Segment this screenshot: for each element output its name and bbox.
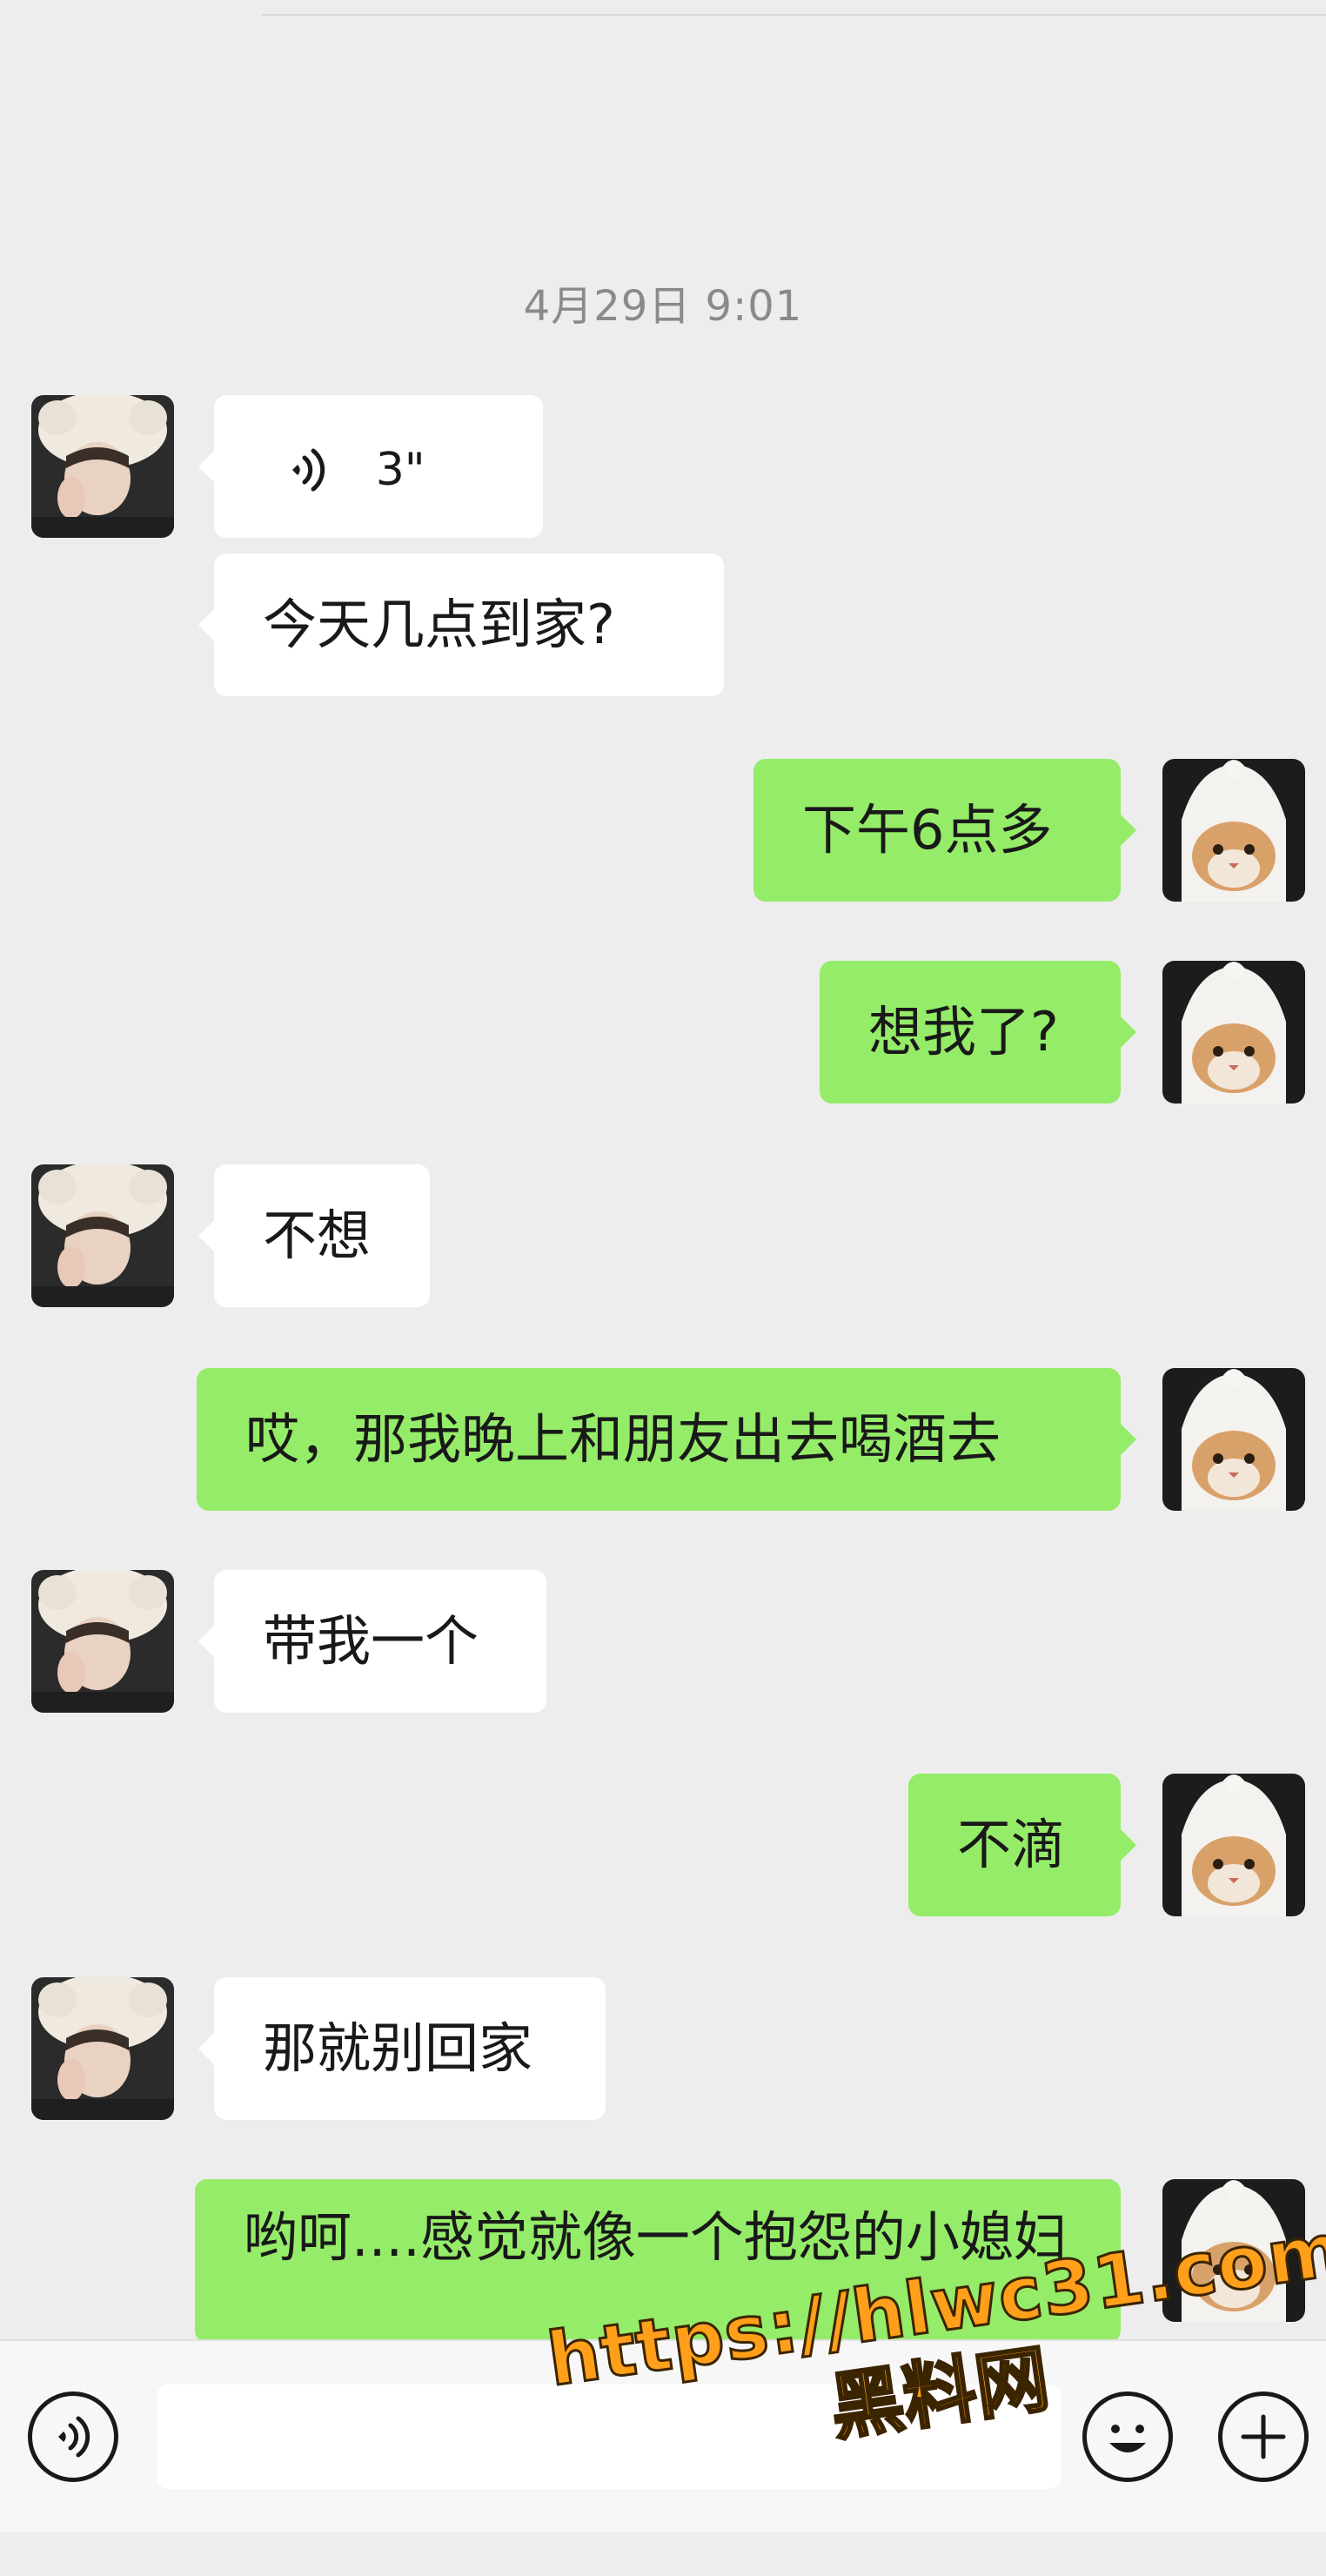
message-timestamp: 4月29日 9:01 [523, 282, 803, 331]
contact-avatar[interactable] [31, 1164, 174, 1307]
incoming-message[interactable]: 今天几点到家? [198, 553, 724, 696]
contact-avatar[interactable] [31, 1570, 174, 1713]
voice-wave-icon [292, 448, 325, 492]
incoming-message[interactable]: 不想 [198, 1164, 430, 1307]
voice-message-bubble[interactable]: 3" [198, 395, 543, 538]
message-input[interactable] [157, 2385, 1061, 2489]
voice-duration: 3" [375, 443, 425, 496]
plus-icon[interactable] [1218, 2392, 1309, 2482]
top-divider [261, 14, 1326, 16]
outgoing-message[interactable]: 哎，那我晚上和朋友出去喝酒去 [197, 1368, 1136, 1511]
chat-input-bar [0, 2339, 1326, 2532]
outgoing-message[interactable]: 哟呵....感觉就像一个抱怨的小媳妇 [195, 2179, 1121, 2343]
my-avatar[interactable] [1162, 2179, 1305, 2322]
my-avatar[interactable] [1162, 759, 1305, 902]
voice-mode-icon[interactable] [28, 2392, 118, 2482]
incoming-message[interactable]: 带我一个 [198, 1570, 546, 1713]
contact-avatar[interactable] [31, 395, 174, 538]
my-avatar[interactable] [1162, 1774, 1305, 1916]
incoming-message[interactable]: 那就别回家 [198, 1977, 606, 2120]
my-avatar[interactable] [1162, 1368, 1305, 1511]
emoji-icon[interactable] [1082, 2392, 1173, 2482]
contact-avatar[interactable] [31, 1977, 174, 2120]
my-avatar[interactable] [1162, 961, 1305, 1104]
outgoing-message[interactable]: 想我了? [820, 961, 1136, 1104]
outgoing-message[interactable]: 下午6点多 [753, 759, 1136, 902]
outgoing-message[interactable]: 不滴 [908, 1774, 1136, 1916]
